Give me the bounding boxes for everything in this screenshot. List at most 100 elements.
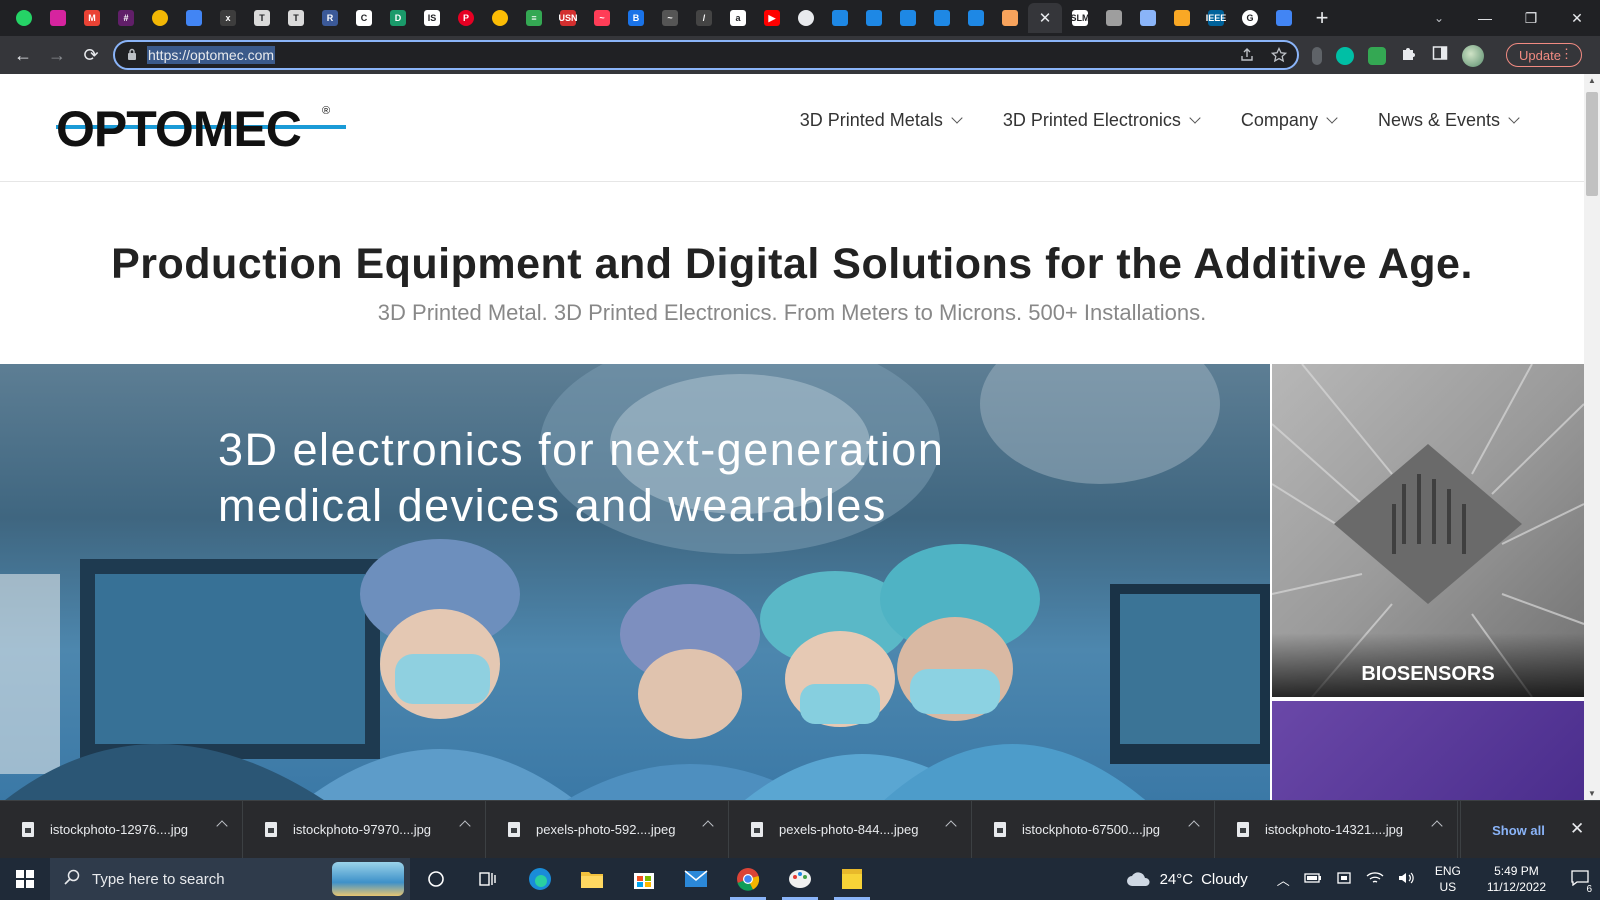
hero-slide[interactable]: 3D electronics for next-generation medic… — [0, 364, 1270, 800]
new-tab-button[interactable]: + — [1308, 7, 1336, 29]
paint-icon[interactable] — [774, 858, 826, 900]
browser-tab[interactable] — [484, 3, 516, 33]
browser-tab[interactable] — [960, 3, 992, 33]
browser-tab[interactable]: R — [314, 3, 346, 33]
share-icon[interactable] — [1239, 47, 1255, 67]
battery-icon[interactable] — [1304, 872, 1322, 887]
browser-tab[interactable]: ▶ — [756, 3, 788, 33]
browser-tab[interactable] — [1166, 3, 1198, 33]
mail-icon[interactable] — [670, 858, 722, 900]
language-indicator[interactable]: ENG US — [1435, 863, 1461, 895]
browser-tab[interactable]: IS — [416, 3, 448, 33]
address-bar[interactable]: https://optomec.com — [113, 40, 1299, 70]
browser-tab[interactable]: C — [348, 3, 380, 33]
browser-tab[interactable]: IEEE — [1200, 3, 1232, 33]
chevron-up-icon[interactable] — [459, 819, 471, 832]
browser-tab[interactable]: ~ — [586, 3, 618, 33]
scroll-down-arrow-icon[interactable]: ▼ — [1584, 789, 1600, 798]
chevron-up-icon[interactable]: ︿ — [1277, 870, 1290, 889]
browser-tab[interactable]: x — [212, 3, 244, 33]
download-item[interactable]: pexels-photo-844....jpeg — [729, 800, 972, 859]
side-panel-icon[interactable] — [1432, 45, 1448, 66]
url-text[interactable]: https://optomec.com — [147, 46, 276, 64]
taskbar-search-box[interactable]: Type here to search — [50, 858, 410, 900]
volume-icon[interactable] — [1398, 871, 1416, 888]
menu-dots-icon[interactable]: ⋮ — [1560, 46, 1573, 62]
file-explorer-icon[interactable] — [566, 858, 618, 900]
restore-button[interactable]: ❐ — [1508, 10, 1554, 27]
nav-item-company[interactable]: Company — [1241, 110, 1338, 131]
browser-tab[interactable] — [824, 3, 856, 33]
download-item[interactable]: istockphoto-97970....jpg — [243, 800, 486, 859]
browser-tab[interactable] — [8, 3, 40, 33]
meet-now-icon[interactable] — [1336, 870, 1352, 889]
browser-tab[interactable]: T — [280, 3, 312, 33]
optomec-logo[interactable]: OPTOMEC ® — [56, 100, 346, 157]
edge-icon[interactable] — [514, 858, 566, 900]
download-item[interactable]: istockphoto-12976....jpg — [0, 800, 243, 859]
chevron-up-icon[interactable] — [216, 819, 228, 832]
active-tab[interactable]: ✕ — [1028, 3, 1062, 33]
browser-tab[interactable] — [790, 3, 822, 33]
browser-tab[interactable]: ~ — [654, 3, 686, 33]
weather-widget[interactable]: 24°C Cloudy — [1126, 870, 1248, 888]
download-item[interactable]: istockphoto-67500....jpg — [972, 800, 1215, 859]
browser-tab[interactable] — [178, 3, 210, 33]
browser-tab[interactable]: D — [382, 3, 414, 33]
page-scrollbar[interactable]: ▲ ▼ — [1584, 74, 1600, 800]
reload-button[interactable]: ⟳ — [74, 45, 108, 66]
browser-tab[interactable]: T — [246, 3, 278, 33]
show-all-downloads-button[interactable]: Show all — [1460, 801, 1576, 859]
browser-tab[interactable]: USN — [552, 3, 584, 33]
nav-item-news-events[interactable]: News & Events — [1378, 110, 1520, 131]
browser-tab[interactable]: / — [688, 3, 720, 33]
task-view-icon[interactable] — [462, 858, 514, 900]
scroll-thumb[interactable] — [1586, 92, 1598, 196]
browser-tab[interactable] — [42, 3, 74, 33]
chevron-up-icon[interactable] — [945, 819, 957, 832]
wifi-icon[interactable] — [1366, 871, 1384, 888]
browser-tab[interactable] — [994, 3, 1026, 33]
forward-button[interactable]: → — [40, 45, 74, 66]
feature-tile-purple[interactable] — [1272, 701, 1584, 800]
browser-tab[interactable]: a — [722, 3, 754, 33]
download-item[interactable]: pexels-photo-592....jpeg — [486, 800, 729, 859]
browser-tab[interactable]: G — [1234, 3, 1266, 33]
clock[interactable]: 5:49 PM 11/12/2022 — [1487, 863, 1546, 895]
bookmark-star-icon[interactable] — [1270, 46, 1288, 67]
lock-icon[interactable] — [127, 48, 137, 63]
download-item[interactable]: istockphoto-14321....jpg — [1215, 800, 1458, 859]
tab-search-icon[interactable]: ⌄ — [1416, 11, 1462, 25]
chevron-up-icon[interactable] — [1431, 819, 1443, 832]
close-icon[interactable]: ✕ — [1039, 9, 1052, 27]
profile-avatar[interactable] — [1462, 44, 1484, 67]
cortana-icon[interactable] — [410, 858, 462, 900]
browser-tab[interactable]: SLM — [1064, 3, 1096, 33]
browser-tab[interactable]: P — [450, 3, 482, 33]
microsoft-store-icon[interactable] — [618, 858, 670, 900]
chrome-icon[interactable] — [722, 858, 774, 900]
browser-tab[interactable] — [926, 3, 958, 33]
browser-tab[interactable]: # — [110, 3, 142, 33]
start-button[interactable] — [0, 858, 50, 900]
extension-icon[interactable] — [1312, 46, 1322, 65]
sticky-notes-icon[interactable] — [826, 858, 878, 900]
browser-tab[interactable] — [1268, 3, 1300, 33]
extension-icon[interactable] — [1368, 46, 1386, 65]
puzzle-extensions-icon[interactable] — [1400, 44, 1418, 67]
close-window-button[interactable]: ✕ — [1554, 10, 1600, 27]
browser-tab[interactable]: M — [76, 3, 108, 33]
browser-tab[interactable]: B — [620, 3, 652, 33]
nav-item-3d-printed-electronics[interactable]: 3D Printed Electronics — [1003, 110, 1201, 131]
chevron-up-icon[interactable] — [1188, 819, 1200, 832]
extension-icon[interactable] — [1336, 46, 1354, 65]
update-button[interactable]: Update ⋮ — [1506, 43, 1582, 67]
close-downloads-icon[interactable]: ✕ — [1570, 819, 1584, 839]
browser-tab[interactable] — [144, 3, 176, 33]
browser-tab[interactable] — [1132, 3, 1164, 33]
minimize-button[interactable]: — — [1462, 10, 1508, 26]
scroll-up-arrow-icon[interactable]: ▲ — [1584, 76, 1600, 85]
biosensors-tile[interactable]: BIOSENSORS — [1272, 364, 1584, 697]
browser-tab[interactable] — [1098, 3, 1130, 33]
notification-center-button[interactable]: 6 — [1560, 869, 1600, 895]
